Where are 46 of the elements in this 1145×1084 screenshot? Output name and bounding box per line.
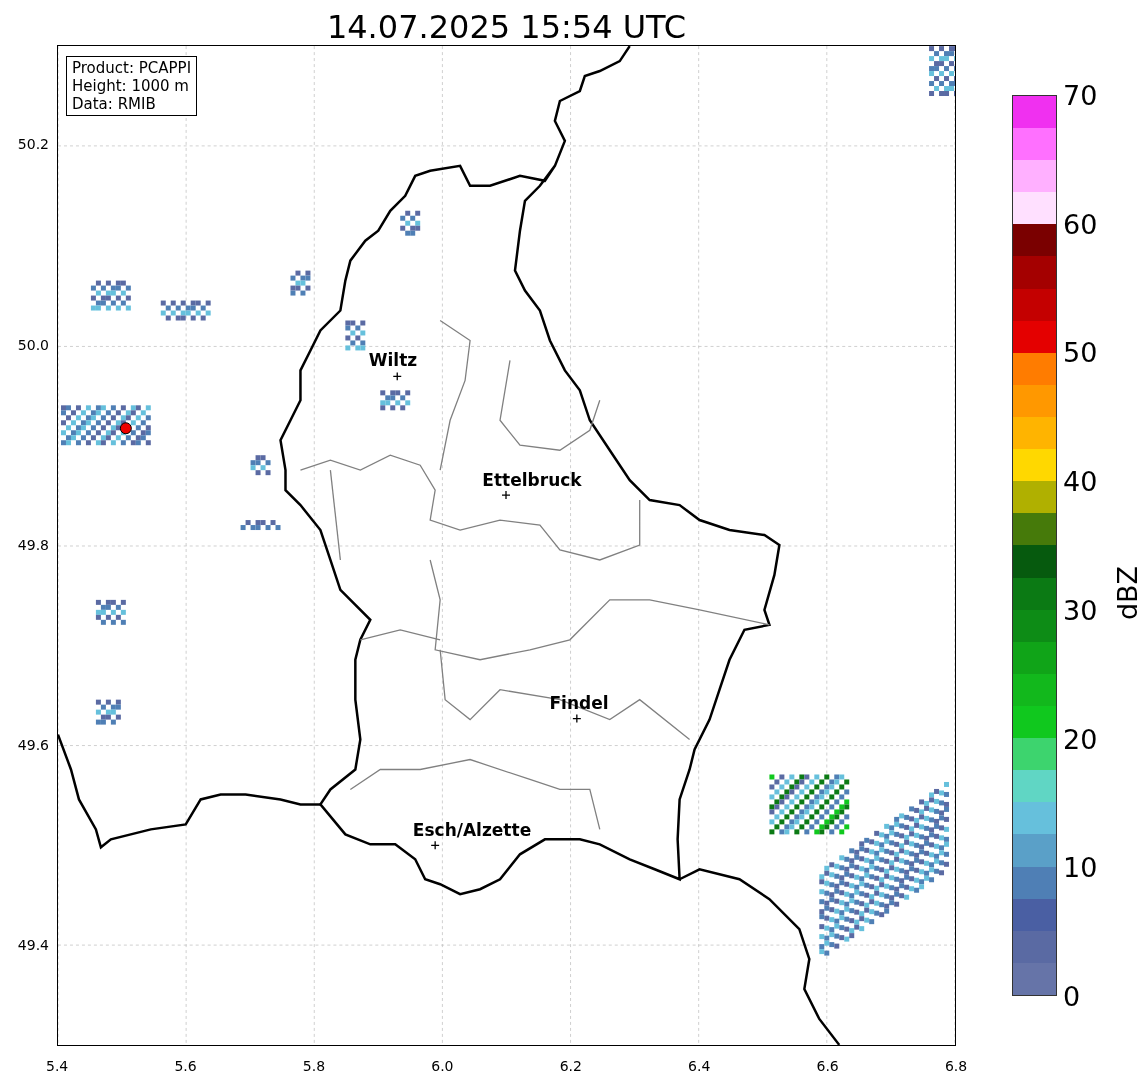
city-label: Findel (549, 693, 609, 713)
radar-echo (929, 46, 955, 96)
city-marker (501, 490, 511, 500)
city-label: Wiltz (368, 350, 418, 370)
city-marker (430, 840, 440, 850)
y-tick-label: 49.8 (17, 537, 49, 553)
radar-echo (160, 300, 211, 321)
x-tick-label: 6.4 (688, 1058, 711, 1074)
x-tick-label: 6.0 (431, 1058, 454, 1074)
x-tick-label: 6.6 (816, 1058, 839, 1074)
colorbar-tick-label: 50 (1063, 338, 1098, 366)
radar-echo (345, 320, 366, 351)
x-tick-label: 5.4 (46, 1058, 69, 1074)
colorbar-tick-label: 70 (1063, 81, 1098, 109)
colorbar-tick-label: 40 (1063, 467, 1098, 495)
x-tick-label: 6.8 (944, 1058, 968, 1074)
info-line: Data: RMIB (72, 95, 157, 113)
y-tick-label: 50.2 (17, 136, 49, 152)
radar-site-marker (119, 422, 132, 435)
colorbar-label: dBZ (1111, 565, 1143, 621)
radar-echo (380, 390, 411, 411)
radar-echo (95, 599, 126, 625)
x-tick-label: 5.8 (302, 1058, 326, 1074)
info-line: Product: PCAPPI (72, 59, 192, 77)
city-label: Esch/Alzette (412, 820, 532, 840)
y-tick-label: 50.0 (17, 337, 49, 353)
city-marker (572, 713, 582, 724)
city-marker (392, 371, 402, 381)
y-tick-label: 49.6 (17, 737, 49, 753)
colorbar-tick-label: 0 (1063, 982, 1081, 1010)
colorbar-tick-label: 10 (1063, 853, 1098, 881)
radar-echo (250, 455, 271, 476)
radar-echo (95, 699, 121, 725)
y-tick-label: 49.4 (17, 937, 49, 953)
colorbar-tick-label: 20 (1063, 725, 1098, 753)
colorbar-tick-label: 60 (1063, 210, 1098, 238)
city-label: Ettelbruck (482, 470, 582, 490)
radar-echo (400, 210, 421, 236)
colorbar-tick-label: 30 (1063, 596, 1098, 624)
x-tick-label: 6.2 (559, 1058, 582, 1074)
x-tick-label: 5.6 (174, 1058, 197, 1074)
info-line: Height: 1000 m (72, 77, 190, 95)
radar-echo (90, 280, 131, 311)
chart-title: 14.07.2025 15:54 UTC (326, 11, 687, 43)
radar-echo (290, 270, 311, 296)
radar-echo (240, 520, 281, 531)
